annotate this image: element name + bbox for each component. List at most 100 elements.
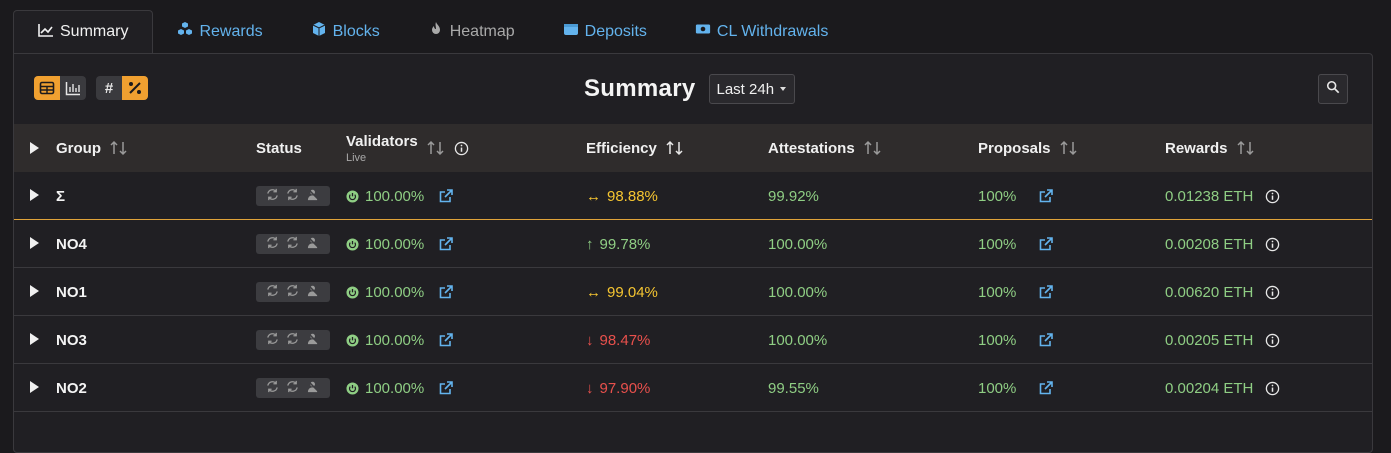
external-link-icon[interactable]: [1038, 380, 1054, 396]
percent-button[interactable]: [122, 76, 148, 100]
fire-icon: [428, 21, 444, 42]
external-link-icon[interactable]: [1038, 188, 1054, 204]
sort-icon[interactable]: [426, 140, 446, 156]
external-link-icon[interactable]: [438, 188, 454, 204]
col-status: Status: [256, 124, 302, 172]
table-row: Σ 100.00% ↔ 98.88% 99.92% 100% 0.01238 E…: [14, 172, 1372, 220]
col-attestations[interactable]: Attestations: [768, 124, 883, 172]
attestations-value: 100.00%: [768, 331, 828, 349]
status-indicators: [256, 234, 330, 254]
expand-row-icon[interactable]: [30, 285, 39, 297]
col-group[interactable]: Group: [56, 124, 129, 172]
expand-row-icon[interactable]: [30, 333, 39, 345]
info-icon[interactable]: [1265, 189, 1280, 204]
status-indicators: [256, 330, 330, 350]
chart-view-button[interactable]: [60, 76, 86, 100]
validators-value: 100.00%: [365, 379, 425, 397]
sync-icon: [266, 236, 279, 253]
col-proposals-label: Proposals: [978, 139, 1051, 157]
tab-summary[interactable]: Summary: [13, 10, 154, 53]
group-name: NO3: [56, 331, 87, 349]
user-slash-icon: [307, 331, 320, 349]
sync-icon: [266, 380, 279, 397]
cubes-icon: [177, 21, 193, 42]
period-select[interactable]: Last 24h: [709, 74, 796, 104]
tab-cl-withdrawals[interactable]: CL Withdrawals: [671, 10, 852, 53]
col-rewards[interactable]: Rewards: [1165, 124, 1256, 172]
sort-icon[interactable]: [1236, 140, 1256, 156]
info-icon[interactable]: [1265, 381, 1280, 396]
tab-label: Rewards: [199, 22, 263, 40]
trend-icon: ↑: [586, 235, 594, 253]
expand-row-icon[interactable]: [30, 237, 39, 249]
attestations-value: 100.00%: [768, 235, 828, 253]
table-row: NO2 100.00% ↓ 97.90% 99.55% 100% 0.00204…: [14, 364, 1372, 412]
trend-icon: ↔: [586, 283, 601, 301]
tab-bar: Summary Rewards Blocks Heatmap Deposits …: [13, 10, 852, 53]
expand-all-icon[interactable]: [30, 142, 39, 154]
col-rewards-label: Rewards: [1165, 139, 1228, 157]
external-link-icon[interactable]: [438, 380, 454, 396]
tab-blocks[interactable]: Blocks: [287, 10, 404, 53]
power-icon: [346, 189, 359, 203]
group-name: NO4: [56, 235, 87, 253]
group-name: Σ: [56, 187, 66, 205]
col-validators-sublabel: Live: [346, 151, 367, 164]
view-toolbar: #: [34, 76, 148, 100]
validators-value: 100.00%: [365, 283, 425, 301]
expand-row-icon[interactable]: [30, 189, 39, 201]
caret-down-icon: [780, 87, 787, 91]
tab-deposits[interactable]: Deposits: [539, 10, 671, 53]
external-link-icon[interactable]: [1038, 332, 1054, 348]
wallet-icon: [563, 21, 579, 42]
sort-icon[interactable]: [109, 140, 129, 156]
user-slash-icon: [307, 235, 320, 253]
info-icon[interactable]: [454, 141, 469, 156]
col-efficiency-label: Efficiency: [586, 139, 657, 157]
trend-icon: ↓: [586, 379, 594, 397]
power-icon: [346, 333, 359, 347]
proposals-value: 100%: [978, 187, 1017, 205]
col-validators[interactable]: Validators Live: [346, 124, 469, 172]
tab-rewards[interactable]: Rewards: [153, 10, 286, 53]
table-view-button[interactable]: [34, 76, 60, 100]
info-icon[interactable]: [1265, 285, 1280, 300]
proposals-value: 100%: [978, 283, 1017, 301]
search-icon: [1326, 80, 1340, 99]
validators-value: 100.00%: [365, 187, 425, 205]
proposals-value: 100%: [978, 235, 1017, 253]
status-indicators: [256, 378, 330, 398]
col-proposals[interactable]: Proposals: [978, 124, 1079, 172]
trend-icon: ↓: [586, 331, 594, 349]
rewards-value: 0.00205 ETH: [1165, 331, 1254, 349]
attestations-value: 99.92%: [768, 187, 819, 205]
expand-row-icon[interactable]: [30, 381, 39, 393]
external-link-icon[interactable]: [438, 332, 454, 348]
rewards-value: 0.00204 ETH: [1165, 379, 1254, 397]
trend-icon: ↔: [586, 187, 601, 205]
search-button[interactable]: [1318, 74, 1348, 104]
absolute-number-button[interactable]: #: [96, 76, 122, 100]
money-bill-icon: [695, 21, 711, 42]
sync-icon: [286, 332, 299, 349]
page-title: Summary: [584, 75, 696, 102]
external-link-icon[interactable]: [1038, 284, 1054, 300]
external-link-icon[interactable]: [438, 284, 454, 300]
external-link-icon[interactable]: [1038, 236, 1054, 252]
col-status-label: Status: [256, 139, 302, 157]
info-icon[interactable]: [1265, 333, 1280, 348]
external-link-icon[interactable]: [438, 236, 454, 252]
tab-label: Blocks: [332, 22, 380, 40]
info-icon[interactable]: [1265, 237, 1280, 252]
col-efficiency[interactable]: Efficiency: [586, 124, 685, 172]
sync-icon: [286, 236, 299, 253]
sort-icon[interactable]: [863, 140, 883, 156]
power-icon: [346, 285, 359, 299]
tab-label: Heatmap: [449, 22, 515, 40]
sort-icon[interactable]: [665, 140, 685, 156]
sort-icon[interactable]: [1059, 140, 1079, 156]
efficiency-value: 99.04%: [607, 283, 658, 301]
rewards-value: 0.00620 ETH: [1165, 283, 1254, 301]
user-slash-icon: [307, 379, 320, 397]
tab-heatmap[interactable]: Heatmap: [404, 10, 539, 53]
